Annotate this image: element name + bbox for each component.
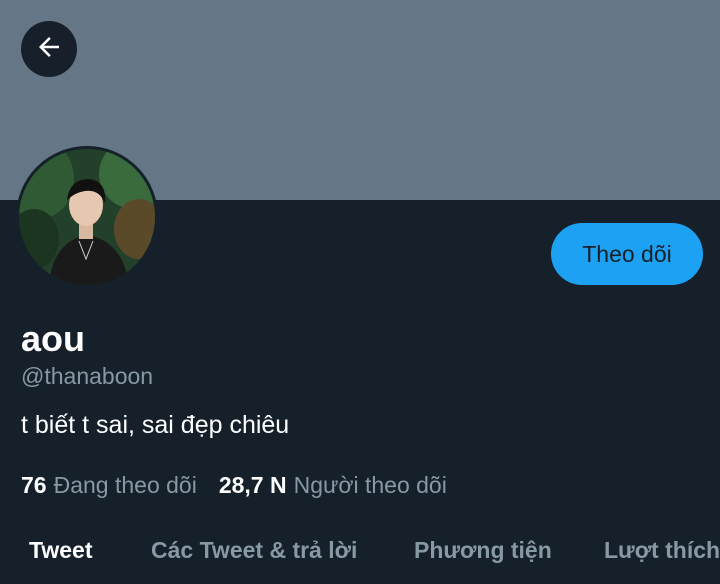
- followers-count: 28,7 N: [218, 472, 287, 498]
- avatar[interactable]: [16, 146, 158, 288]
- profile-stats: 76 Đang theo dõi 28,7 N Người theo dõi: [21, 472, 447, 499]
- following-label: Đang theo dõi: [53, 472, 197, 498]
- following-count: 76: [21, 472, 47, 498]
- tab-likes[interactable]: Lượt thích: [604, 520, 720, 580]
- arrow-left-icon: [34, 32, 64, 67]
- profile-bio: t biết t sai, sai đẹp chiêu: [21, 411, 290, 439]
- followers-label: Người theo dõi: [293, 472, 447, 498]
- profile-handle: @thanaboon: [21, 363, 154, 389]
- follow-button[interactable]: Theo dõi: [551, 223, 703, 285]
- following-stat[interactable]: 76 Đang theo dõi: [21, 472, 197, 499]
- profile-display-name: aou: [21, 318, 86, 359]
- profile-tabs: Tweet Các Tweet & trả lời Phương tiện Lư…: [0, 520, 720, 584]
- followers-stat[interactable]: 28,7 N Người theo dõi: [219, 472, 447, 499]
- tab-tweets-and-replies[interactable]: Các Tweet & trả lời: [151, 520, 357, 580]
- tab-media[interactable]: Phương tiện: [414, 520, 552, 580]
- back-button[interactable]: [21, 21, 77, 77]
- tab-tweets[interactable]: Tweet: [29, 520, 92, 580]
